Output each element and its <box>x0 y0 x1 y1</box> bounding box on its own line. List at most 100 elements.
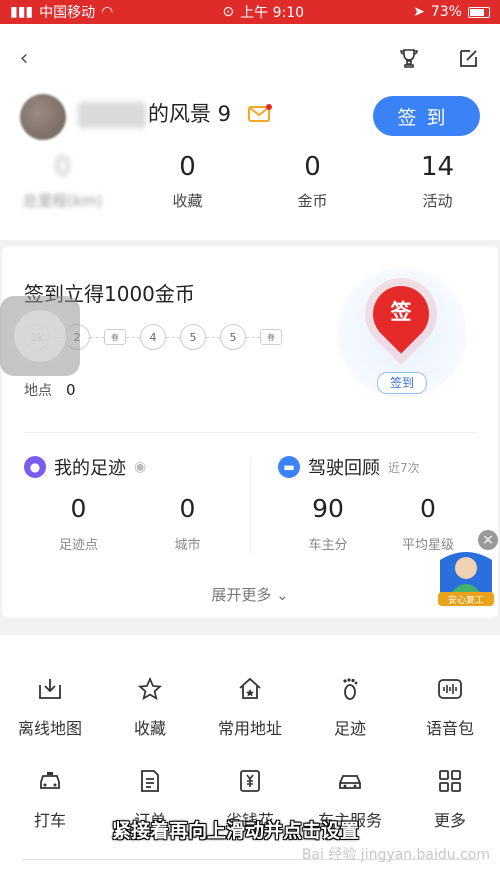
stat-value: 0 <box>179 494 196 523</box>
mail-icon[interactable] <box>248 104 272 122</box>
pin-signin-label[interactable]: 签到 <box>377 372 427 394</box>
car-icon: ▬ <box>278 456 300 478</box>
stat-value: 0 <box>70 494 87 523</box>
grid-item-label: 语音包 <box>425 719 474 738</box>
day-3-ticket: 春 <box>104 329 126 345</box>
day-4: 4 <box>140 324 166 350</box>
grid-item-label: 收藏 <box>133 719 166 738</box>
offline-map-icon <box>0 675 100 703</box>
driving-title: 驾驶回顾 <box>308 458 380 479</box>
day-7-ticket: 春 <box>260 329 282 345</box>
home-icon <box>200 675 300 703</box>
stats-row: 0 总里程(km) 0 收藏 0 金币 14 活动 <box>0 152 500 212</box>
stat-value: 90 <box>312 494 344 523</box>
profile-card: ‹ 的风景 9 签到 0 总里程(km) 0 收藏 0 金币 14 活动 <box>0 24 500 240</box>
driver-score[interactable]: 90 车主分 <box>278 494 378 553</box>
grid-item-label: 打车 <box>33 811 66 830</box>
driving-subtitle: 近7次 <box>388 460 420 475</box>
footprint-cities[interactable]: 0 城市 <box>133 494 242 553</box>
stat-value: 0 <box>179 152 196 182</box>
order-icon <box>100 767 200 795</box>
battery-icon <box>467 6 490 18</box>
footprint-section[interactable]: ● 我的足迹 ◉ 0 足迹点 0 城市 <box>24 454 242 566</box>
chevron-down-icon: ⌄ <box>276 586 289 604</box>
divider <box>24 432 476 433</box>
stat-value: 14 <box>420 152 455 182</box>
day-connector <box>246 336 260 338</box>
stat-activities[interactable]: 14 活动 <box>375 152 500 212</box>
stat-label: 收藏 <box>172 192 203 210</box>
driving-header: ▬ 驾驶回顾 近7次 <box>278 454 478 480</box>
footprint-title: 我的足迹 <box>54 458 126 479</box>
watermark: Bai 经验 jingyan.baidu.com <box>301 847 490 863</box>
grid-item-common-address[interactable]: 常用地址 <box>200 675 300 739</box>
checkin-pin-area[interactable]: 签 签到 <box>337 268 467 398</box>
grid-item-taxi[interactable]: 打车 <box>0 767 100 831</box>
grid-item-label: 常用地址 <box>217 719 282 738</box>
stat-value: 0 <box>304 152 321 182</box>
safety-promo-badge[interactable]: × 安心复工 <box>432 530 500 620</box>
stat-value: 0 <box>54 152 71 182</box>
day-connector <box>206 336 220 338</box>
footprint-header: ● 我的足迹 ◉ <box>24 454 242 480</box>
footprint-icon <box>300 675 400 703</box>
vertical-divider <box>250 458 251 554</box>
safety-badge-text: 安心复工 <box>448 594 484 606</box>
status-right: ➤ 73% <box>413 4 490 20</box>
video-caption: 紧接着再向上滑动并点击设置 <box>112 820 360 842</box>
wifi-icon: ◠ <box>101 4 114 20</box>
stat-label: 车主分 <box>308 538 348 553</box>
assistive-touch-button[interactable] <box>0 296 80 376</box>
day-connector <box>90 336 104 338</box>
grid-item-favorites[interactable]: 收藏 <box>100 675 200 739</box>
status-bar: ▮▮▮ 中国移动 ◠ ⊙ 上午 9:10 ➤ 73% <box>0 0 500 24</box>
footprint-points[interactable]: 0 足迹点 <box>24 494 133 553</box>
footprint-stats: 0 足迹点 0 城市 <box>24 494 242 553</box>
location-icon: ➤ <box>413 4 425 20</box>
carrier-label: 中国移动 <box>39 5 96 21</box>
points-row: 地点 0 <box>24 380 76 400</box>
more-grid-icon <box>400 767 500 795</box>
username-blurred <box>78 102 146 128</box>
avatar[interactable] <box>20 94 66 140</box>
stat-label: 总里程(km) <box>22 192 103 210</box>
stat-label: 足迹点 <box>58 538 98 553</box>
eye-icon[interactable]: ◉ <box>134 459 146 475</box>
username: 的风景 9 <box>148 102 232 126</box>
clock-label: 上午 9:10 <box>240 5 305 21</box>
stat-value: 0 <box>420 494 436 523</box>
stat-coins[interactable]: 0 金币 <box>250 152 375 212</box>
day-connector <box>166 336 180 338</box>
grid-item-label: 离线地图 <box>17 719 82 738</box>
stat-label: 城市 <box>174 538 201 553</box>
grid-item-offline-map[interactable]: 离线地图 <box>0 675 100 739</box>
edit-icon[interactable] <box>455 44 483 72</box>
grid-item-label: 更多 <box>433 811 466 830</box>
money-icon <box>200 767 300 795</box>
taxi-icon <box>0 767 100 795</box>
assistive-touch-dot <box>14 310 66 362</box>
star-icon <box>100 675 200 703</box>
trophy-icon[interactable] <box>395 44 423 72</box>
stat-label: 活动 <box>422 192 453 210</box>
voice-icon <box>400 675 500 703</box>
signin-button[interactable]: 签到 <box>373 96 480 136</box>
back-icon[interactable]: ‹ <box>10 44 38 72</box>
car-icon <box>300 767 400 795</box>
grid-item-more[interactable]: 更多 <box>400 767 500 831</box>
grid-item-label: 足迹 <box>333 719 366 738</box>
expand-label: 展开更多 <box>211 586 272 604</box>
tools-row-1: 离线地图 收藏 常用地址 足迹 语音包 <box>0 675 500 739</box>
close-icon[interactable]: × <box>478 530 498 550</box>
stat-mileage[interactable]: 0 总里程(km) <box>0 152 125 212</box>
grid-item-footprint[interactable]: 足迹 <box>300 675 400 739</box>
status-left: ▮▮▮ 中国移动 ◠ <box>10 2 113 22</box>
day-5: 5 <box>180 324 206 350</box>
stat-favorites[interactable]: 0 收藏 <box>125 152 250 212</box>
expand-more-button[interactable]: 展开更多 ⌄ <box>2 584 498 605</box>
lock-rotation-icon: ⊙ <box>222 4 235 20</box>
day-connector <box>126 336 140 338</box>
battery-percent: 73% <box>430 4 462 20</box>
grid-item-voice-pack[interactable]: 语音包 <box>400 675 500 739</box>
status-center: ⊙ 上午 9:10 <box>222 2 304 22</box>
